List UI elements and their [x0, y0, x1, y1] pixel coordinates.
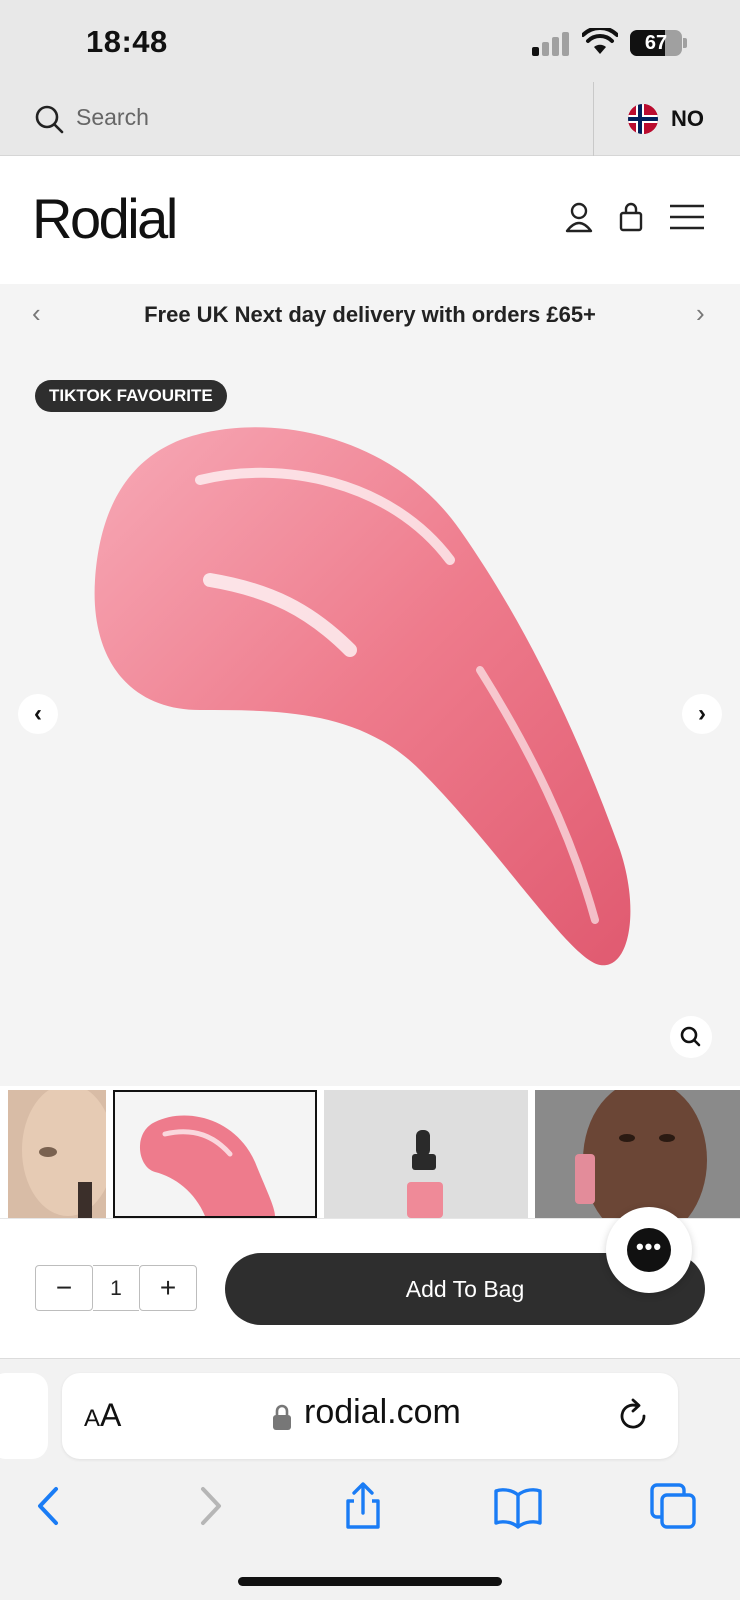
browser-chrome: AA rodial.com [0, 1358, 740, 1600]
region-divider [593, 82, 594, 156]
swatch-thumbnail-image [139, 1115, 275, 1216]
cellular-signal-icon [532, 32, 572, 56]
account-icon[interactable] [562, 200, 596, 234]
back-icon[interactable] [24, 1481, 74, 1531]
quantity-decrease-button[interactable]: − [35, 1265, 93, 1311]
bookmarks-icon[interactable] [493, 1481, 543, 1531]
menu-icon[interactable] [668, 200, 706, 234]
quantity-stepper: − 1 + [35, 1265, 197, 1311]
model-face-image [8, 1090, 106, 1218]
site-header: Rodial [0, 156, 740, 284]
home-indicator [238, 1577, 502, 1586]
chat-dots: ••• [635, 1234, 663, 1259]
brand-logo[interactable]: Rodial [32, 186, 178, 251]
address-bar[interactable]: AA rodial.com [62, 1373, 678, 1459]
search-row: Search NO [0, 82, 740, 156]
quantity-input[interactable]: 1 [93, 1265, 139, 1311]
status-time: 18:48 [86, 24, 168, 59]
shopping-bag-icon[interactable] [614, 200, 648, 234]
gallery-next-button[interactable]: › [682, 694, 722, 734]
url-text[interactable]: rodial.com [304, 1393, 461, 1432]
search-icon[interactable] [34, 104, 64, 134]
thumbnail-model-2[interactable] [535, 1090, 740, 1218]
forward-icon[interactable] [185, 1481, 235, 1531]
product-swatch-image [94, 427, 631, 966]
previous-tab-preview[interactable] [0, 1373, 48, 1459]
reload-icon[interactable] [614, 1397, 652, 1435]
zoom-icon[interactable] [670, 1016, 712, 1058]
product-gallery: TIKTOK FAVOURITE ‹ › [0, 348, 740, 1086]
promo-banner: ‹ Free UK Next day delivery with orders … [0, 284, 740, 348]
search-input[interactable]: Search [76, 104, 149, 131]
promo-text: Free UK Next day delivery with orders £6… [144, 302, 596, 327]
thumbnail-model-1[interactable] [8, 1090, 106, 1218]
battery-percent: 67 [644, 32, 668, 54]
chat-button[interactable]: ••• [606, 1207, 692, 1293]
quantity-increase-button[interactable]: + [139, 1265, 197, 1311]
purchase-bar: − 1 + Add To Bag ••• [0, 1207, 740, 1358]
battery-tip [683, 38, 687, 48]
product-badge: TIKTOK FAVOURITE [35, 380, 227, 412]
text-size-button[interactable]: AA [84, 1397, 121, 1434]
model-portrait-image [535, 1090, 740, 1218]
gallery-prev-button[interactable]: ‹ [18, 694, 58, 734]
lock-icon [273, 1404, 291, 1430]
norway-flag-icon[interactable] [628, 104, 658, 134]
thumbnail-swatch[interactable] [113, 1090, 317, 1218]
thumbnail-bottle[interactable] [324, 1090, 528, 1218]
region-selector[interactable]: NO [671, 106, 704, 132]
thumbnail-strip [0, 1090, 740, 1218]
share-icon[interactable] [338, 1481, 388, 1531]
battery-icon: 67 [630, 30, 682, 56]
tabs-icon[interactable] [648, 1481, 698, 1531]
chat-icon: ••• [627, 1228, 671, 1272]
text-size-small-a: A [84, 1405, 101, 1432]
dropper-bottle-image [324, 1090, 528, 1218]
wifi-icon [582, 28, 618, 54]
text-size-large-a: A [100, 1397, 122, 1433]
status-bar: 18:48 67 [0, 0, 740, 82]
promo-next-button[interactable]: › [696, 298, 705, 329]
